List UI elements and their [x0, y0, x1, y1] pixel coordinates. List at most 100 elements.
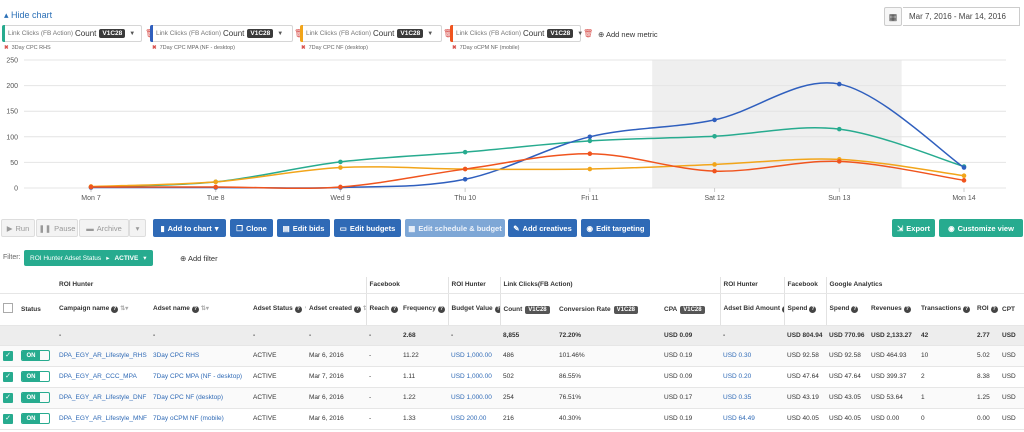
- col-status[interactable]: Status: [18, 293, 56, 326]
- col-spend-fb[interactable]: Spend?: [783, 293, 827, 326]
- col-roi[interactable]: ROI?: [974, 293, 1000, 326]
- status-toggle[interactable]: ON: [21, 392, 50, 403]
- y-tick-label: 100: [6, 134, 18, 141]
- col-frequency[interactable]: Frequency?: [400, 293, 448, 326]
- help-icon: ?: [990, 306, 998, 313]
- export-icon: ⇲: [896, 223, 904, 233]
- col-cpt[interactable]: CPT: [999, 293, 1024, 326]
- data-point: [712, 117, 717, 123]
- status-toggle[interactable]: ON: [21, 413, 50, 424]
- row-checkbox[interactable]: ✓: [3, 392, 13, 403]
- help-icon: ?: [354, 306, 361, 313]
- add-creatives-button[interactable]: ✎ Add creatives: [508, 219, 577, 237]
- data-point: [961, 165, 967, 170]
- edit-bids-button[interactable]: ▤ Edit bids: [277, 219, 330, 237]
- metric-selector-2[interactable]: Link Clicks (FB Action) Count V1C28 ▼: [150, 25, 293, 42]
- adset-link[interactable]: 7Day oCPM NF (mobile): [150, 408, 250, 430]
- bid-link[interactable]: USD 64.49: [720, 408, 785, 430]
- col-adset-created[interactable]: Adset created?⇅: [306, 293, 366, 326]
- status-toggle[interactable]: ON: [21, 350, 50, 361]
- bid-link[interactable]: USD 0.35: [720, 387, 785, 409]
- data-point: [213, 184, 219, 190]
- table-row: ✓ ON DPA_EGY_AR_CCC_MPA 7Day CPC MPA (NF…: [0, 366, 1024, 388]
- edit-schedule-button[interactable]: ▦ Edit schedule & budget: [405, 219, 505, 237]
- campaign-link[interactable]: DPA_EGY_AR_Lifestyle_RHS: [56, 345, 150, 367]
- metric-selector-1[interactable]: Link Clicks (FB Action) Count V1C28 ▼: [2, 25, 142, 42]
- budget-link[interactable]: USD 200.00: [448, 408, 500, 430]
- help-icon: ?: [111, 306, 119, 313]
- col-transactions[interactable]: Transactions?: [918, 293, 975, 326]
- col-campaign[interactable]: Campaign name? ⇅▾: [56, 293, 150, 326]
- customize-view-button[interactable]: ◉ Customize view: [939, 219, 1023, 237]
- col-bid[interactable]: Adset Bid Amount?: [719, 293, 785, 326]
- play-icon: ▶: [6, 223, 13, 233]
- y-tick-label: 250: [6, 58, 18, 65]
- metric-color-bar: [450, 25, 453, 42]
- col-adset[interactable]: Adset name? ⇅▾: [150, 293, 250, 326]
- metric-selector-4[interactable]: Link Clicks (FB Action) Count V1C28 ▼: [450, 25, 583, 42]
- col-spend-ga[interactable]: Spend?: [825, 293, 869, 326]
- col-count[interactable]: Count V1C28: [499, 293, 556, 326]
- data-point: [836, 81, 842, 87]
- chevron-down-icon: ▼: [277, 30, 284, 37]
- col-adset-status[interactable]: Adset Status?▼: [250, 293, 306, 326]
- export-button[interactable]: ⇲ Export: [892, 219, 935, 237]
- col-cpa[interactable]: CPA V1C28: [661, 293, 721, 326]
- col-budget[interactable]: Budget Value?: [447, 293, 500, 326]
- clone-button[interactable]: ❐ Clone: [230, 219, 273, 237]
- add-to-chart-button[interactable]: ▮ Add to chart ▾: [153, 219, 226, 237]
- campaign-link[interactable]: DPA_EGY_AR_Lifestyle_DNF: [56, 387, 150, 409]
- budget-link[interactable]: USD 1,000.00: [448, 345, 500, 367]
- help-icon: ?: [494, 306, 500, 313]
- hide-chart-link[interactable]: ▴ Hide chart: [4, 10, 52, 21]
- help-icon: ?: [851, 306, 859, 313]
- x-tick-label: Fri 11: [581, 195, 598, 202]
- campaign-link[interactable]: DPA_EGY_AR_CCC_MPA: [56, 366, 150, 388]
- budget-link[interactable]: USD 1,000.00: [448, 387, 500, 409]
- edit-targeting-button[interactable]: ◉ Edit targeting: [581, 219, 650, 237]
- sort-filter-icon: ⇅▾: [200, 306, 209, 312]
- adset-table: ROI Hunter Facebook ROI Hunter Link Clic…: [0, 277, 1024, 430]
- adset-link[interactable]: 7Day CPC NF (desktop): [150, 387, 250, 409]
- filter-icon: ▼: [304, 306, 306, 312]
- add-metric-button[interactable]: ⊕ Add new metric: [598, 30, 658, 39]
- data-point: [961, 178, 967, 183]
- run-button[interactable]: ▶ Run: [1, 219, 35, 237]
- adset-link[interactable]: 7Day CPC MPA (NF - desktop): [150, 366, 250, 388]
- more-dropdown-button[interactable]: ▾: [129, 219, 146, 237]
- data-point: [462, 176, 468, 182]
- table-row: ✓ ON DPA_EGY_AR_Lifestyle_DNF 7Day CPC N…: [0, 387, 1024, 409]
- row-checkbox[interactable]: ✓: [3, 350, 13, 361]
- table-row: ✓ ON DPA_EGY_AR_Lifestyle_RHS 3Day CPC R…: [0, 345, 1024, 367]
- pause-icon: ❚❚: [38, 223, 52, 233]
- col-conversion-rate[interactable]: Conversion Rate V1C28: [556, 293, 661, 326]
- col-reach[interactable]: Reach?: [365, 293, 400, 326]
- select-all-checkbox[interactable]: [3, 303, 13, 313]
- row-checkbox[interactable]: ✓: [3, 413, 13, 424]
- campaign-link[interactable]: DPA_EGY_AR_Lifestyle_MNF: [56, 408, 150, 430]
- pause-button[interactable]: ❚❚ Pause: [36, 219, 78, 237]
- edit-budgets-button[interactable]: ▭ Edit budgets: [334, 219, 401, 237]
- chevron-down-icon: ▼: [129, 30, 136, 37]
- budget-link[interactable]: USD 1,000.00: [448, 366, 500, 388]
- bid-link[interactable]: USD 0.20: [720, 366, 785, 388]
- status-toggle[interactable]: ON: [21, 371, 50, 382]
- filter-chip[interactable]: ROI Hunter Adset Status ▸ ACTIVE ▾: [24, 250, 153, 266]
- metric-selector-3[interactable]: Link Clicks (FB Action) Count V1C28 ▼: [300, 25, 442, 42]
- calendar-icon[interactable]: ▦: [884, 7, 902, 26]
- chevron-down-icon: ▼: [427, 30, 434, 37]
- row-checkbox[interactable]: ✓: [3, 371, 13, 382]
- adset-link[interactable]: 3Day CPC RHS: [150, 345, 250, 367]
- metric-color-bar: [150, 25, 153, 42]
- col-revenues[interactable]: Revenues?: [868, 293, 919, 326]
- archive-button[interactable]: ▬ Archive: [79, 219, 129, 237]
- y-tick-label: 0: [14, 186, 18, 193]
- eye-icon: ◉: [948, 223, 955, 233]
- trash-icon[interactable]: 🗑: [583, 29, 593, 38]
- data-point: [338, 165, 343, 170]
- bid-link[interactable]: USD 0.30: [720, 345, 785, 367]
- archive-icon: ▬: [86, 223, 94, 233]
- help-icon: ?: [437, 306, 445, 313]
- add-filter-button[interactable]: ⊕ Add filter: [180, 254, 218, 263]
- date-range-picker[interactable]: Mar 7, 2016 - Mar 14, 2016: [903, 7, 1020, 26]
